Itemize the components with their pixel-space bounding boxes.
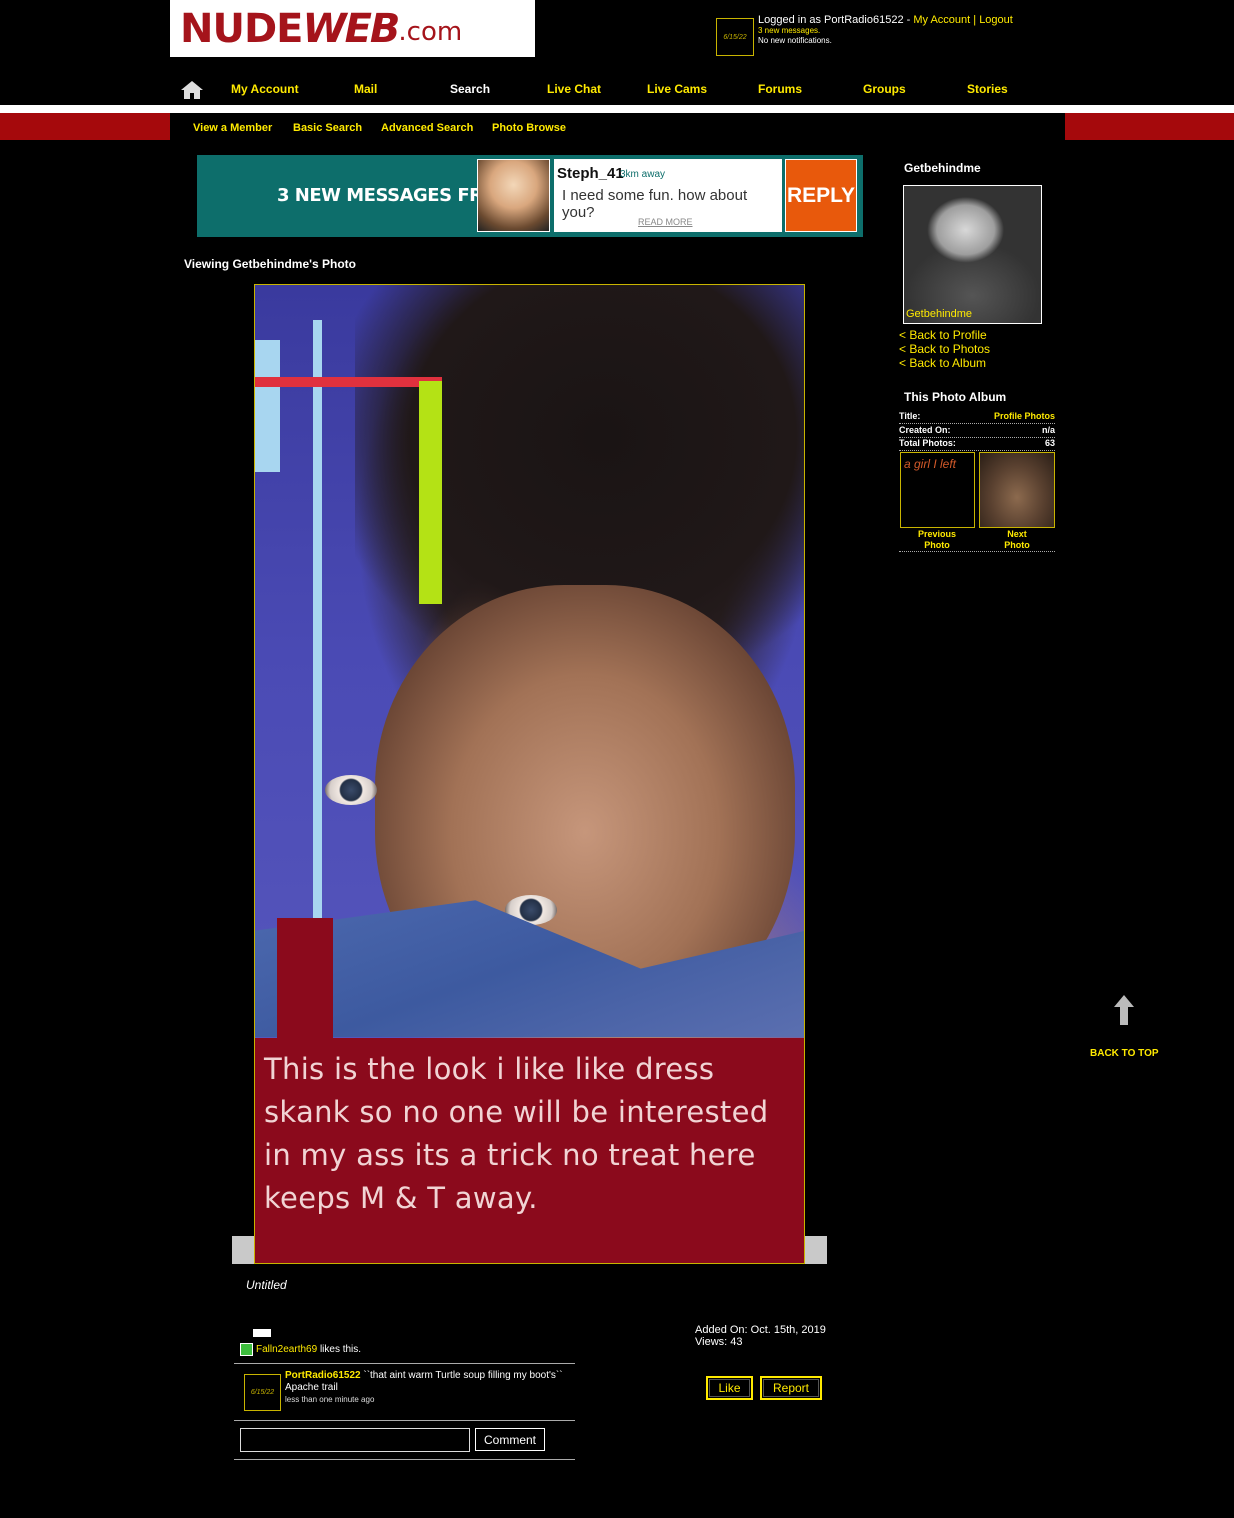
photo-bar-maroon	[277, 918, 333, 1040]
user-avatar[interactable]: 6/15/22	[716, 18, 754, 56]
caption-line: This is the look i like like dress	[264, 1052, 715, 1086]
login-info: Logged in as PortRadio61522 - My Account…	[758, 14, 1013, 46]
previous-photo-thumb-text: a girl I left	[904, 457, 957, 471]
likes-line: Falln2earth69 likes this.	[240, 1343, 361, 1356]
album-row-label: Created On:	[899, 425, 951, 435]
liker-username[interactable]: Falln2earth69	[256, 1344, 317, 1355]
ad-read-more-link[interactable]: READ MORE	[638, 217, 693, 227]
album-created-row: Created On: n/a	[899, 425, 1055, 438]
photo-caption-box: This is the look i like like dress skank…	[255, 1038, 804, 1263]
login-status-text: Logged in as PortRadio61522 -	[758, 14, 911, 26]
divider	[234, 1420, 575, 1421]
comment-button[interactable]: Comment	[475, 1428, 545, 1451]
comment-input[interactable]	[240, 1428, 470, 1452]
album-row-label: Title:	[899, 411, 921, 421]
photo-meta: Added On: Oct. 15th, 2019 Views: 43	[695, 1324, 826, 1348]
ad-message-text: I need some fun. how about you?	[562, 187, 748, 221]
new-messages-link[interactable]: 3 new messages.	[758, 26, 1013, 36]
nav-live-cams[interactable]: Live Cams	[647, 82, 707, 96]
logo-part-web: WEB	[302, 5, 400, 52]
nav-live-chat[interactable]: Live Chat	[547, 82, 601, 96]
subnav-side-right	[1065, 113, 1234, 140]
album-total-value: 63	[1044, 438, 1055, 448]
photo-viewer: This is the look i like like dress skank…	[232, 284, 827, 1264]
ad-distance: 3km away	[620, 169, 666, 180]
nav-groups[interactable]: Groups	[863, 82, 906, 96]
comment: PortRadio61522 ``that aint warm Turtle s…	[285, 1370, 570, 1406]
subnav-view-member[interactable]: View a Member	[193, 122, 272, 134]
search-subnav: View a Member Basic Search Advanced Sear…	[170, 113, 1065, 140]
album-row-label: Total Photos:	[899, 438, 956, 448]
back-to-profile-link[interactable]: < Back to Profile	[899, 328, 987, 342]
album-total-row: Total Photos: 63	[899, 438, 1055, 451]
photo-bar-lightblue-vertical	[313, 320, 322, 935]
ad-photo[interactable]	[477, 159, 550, 232]
album-title-value[interactable]: Profile Photos	[994, 411, 1055, 421]
photo-eye-left	[325, 775, 377, 805]
photo-title: Untitled	[246, 1278, 287, 1292]
ad-sender-name: Steph_41	[557, 165, 624, 182]
ad-reply-button[interactable]: REPLY	[785, 159, 857, 232]
next-photo-thumbnail[interactable]	[979, 452, 1055, 528]
subnav-basic-search[interactable]: Basic Search	[293, 122, 362, 134]
next-photo-label[interactable]: Next Photo	[996, 529, 1038, 551]
caption-line: skank so no one will be interested	[264, 1095, 769, 1129]
nav-mail[interactable]: Mail	[354, 82, 377, 96]
photo-nav-right[interactable]	[805, 1236, 827, 1264]
back-to-top-label[interactable]: BACK TO TOP	[1090, 1048, 1159, 1059]
photo-bar-lightblue	[255, 340, 280, 472]
my-account-link[interactable]: My Account	[913, 14, 970, 26]
album-heading: This Photo Album	[904, 390, 1007, 404]
up-arrow-icon[interactable]	[1113, 994, 1135, 1026]
logo-part-nude: NUDE	[180, 5, 303, 52]
like-button[interactable]: Like	[706, 1376, 753, 1400]
album-created-value: n/a	[1041, 425, 1055, 435]
subnav-side-left	[0, 113, 170, 140]
photo-nav-left[interactable]	[232, 1236, 254, 1264]
views-count: Views: 43	[695, 1336, 743, 1348]
profile-photo-name: Getbehindme	[906, 308, 973, 320]
ad-banner[interactable]: 3 NEW MESSAGES FROM Steph_41 3km away I …	[197, 155, 863, 237]
likes-text: likes this.	[319, 1344, 362, 1356]
main-nav: My Account Mail Search Live Chat Live Ca…	[170, 76, 1063, 104]
ad-message-card[interactable]: Steph_41 3km away I need some fun. how a…	[554, 159, 782, 232]
logout-link[interactable]: Logout	[979, 14, 1013, 26]
commenter-username[interactable]: PortRadio61522	[285, 1370, 361, 1381]
photo-bar-red	[255, 377, 442, 387]
nav-stories[interactable]: Stories	[967, 82, 1008, 96]
caption-line: in my ass its a trick no treat here	[264, 1138, 756, 1172]
login-separator: |	[973, 14, 977, 26]
notifications-text: No new notifications.	[758, 36, 832, 45]
back-to-photos-link[interactable]: < Back to Photos	[899, 342, 990, 356]
previous-photo-thumbnail[interactable]: a girl I left	[900, 452, 975, 528]
site-logo[interactable]: NUDE WEB .com	[170, 0, 535, 57]
logo-part-com: .com	[398, 16, 463, 47]
back-to-album-link[interactable]: < Back to Album	[899, 356, 986, 370]
caption-line: keeps M & T away.	[264, 1181, 538, 1215]
divider	[234, 1363, 575, 1364]
photo-bar-green	[419, 381, 442, 604]
profile-photo[interactable]: Getbehindme	[903, 185, 1042, 324]
white-chip	[253, 1329, 271, 1337]
thumbs-up-icon	[240, 1343, 253, 1356]
report-button[interactable]: Report	[760, 1376, 822, 1400]
added-on: Added On: Oct. 15th, 2019	[695, 1324, 826, 1336]
subnav-photo-browse[interactable]: Photo Browse	[492, 122, 566, 134]
page-title: Viewing Getbehindme's Photo	[184, 257, 356, 271]
previous-photo-label[interactable]: Previous Photo	[912, 529, 962, 551]
comment-time: less than one minute ago	[285, 1395, 375, 1404]
photo-caption-text: This is the look i like like dress skank…	[264, 1048, 799, 1220]
album-title-row: Title: Profile Photos	[899, 411, 1055, 424]
main-photo[interactable]: This is the look i like like dress skank…	[254, 284, 805, 1264]
album-divider	[899, 551, 1055, 552]
subnav-advanced-search[interactable]: Advanced Search	[381, 122, 473, 134]
home-icon[interactable]	[180, 80, 204, 100]
commenter-avatar[interactable]: 6/15/22	[244, 1374, 281, 1411]
nav-search[interactable]: Search	[450, 82, 490, 96]
sidebar-username: Getbehindme	[904, 161, 981, 175]
nav-forums[interactable]: Forums	[758, 82, 802, 96]
header-divider	[0, 105, 1234, 113]
divider	[234, 1459, 575, 1460]
nav-my-account[interactable]: My Account	[231, 82, 299, 96]
